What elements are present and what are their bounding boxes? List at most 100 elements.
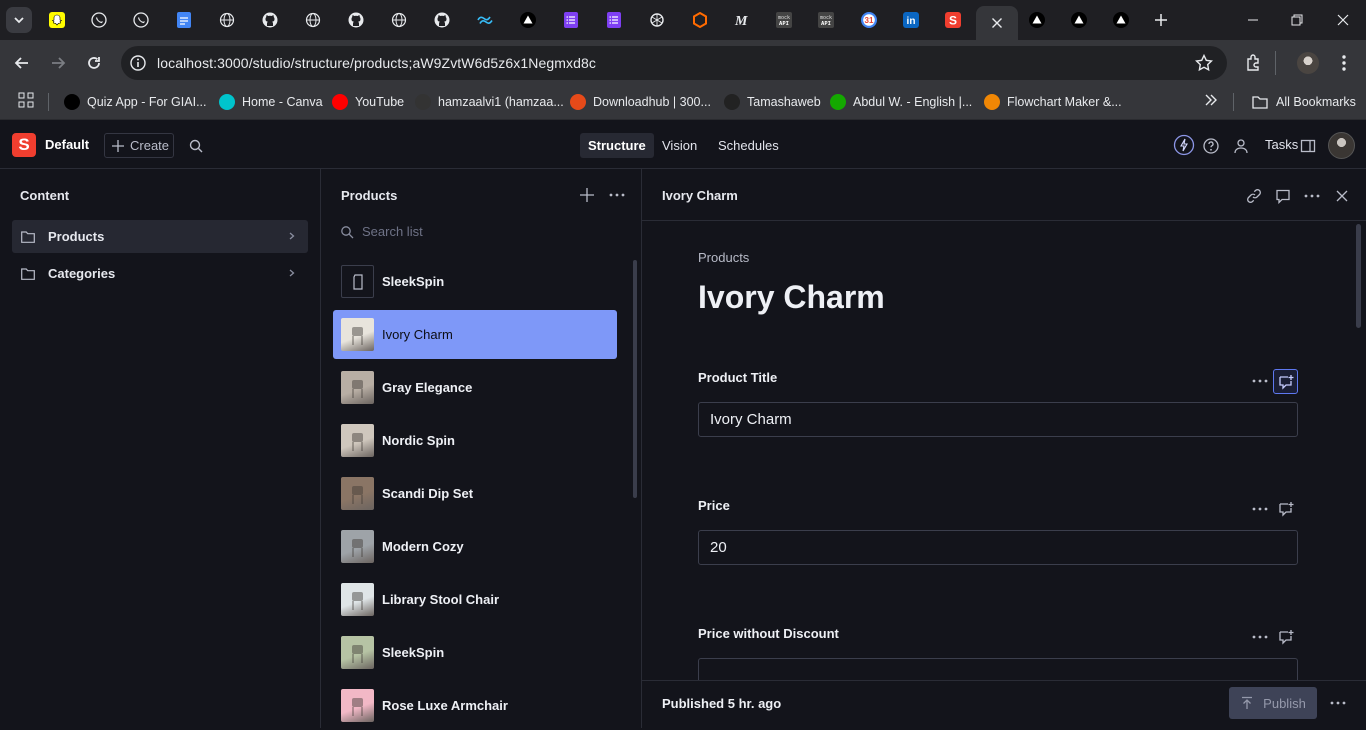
bookmark-item[interactable]: Quiz App - For GIAI... <box>64 91 206 113</box>
browser-tab[interactable]: S <box>932 0 974 40</box>
field-menu-icon[interactable] <box>1249 498 1271 520</box>
content-item-products[interactable]: Products <box>12 220 308 253</box>
browser-tab[interactable]: mock API <box>763 0 805 40</box>
product-list-item[interactable]: Rose Luxe Armchair <box>333 681 617 730</box>
browser-tab[interactable] <box>1016 0 1058 40</box>
bookmark-item[interactable]: Flowchart Maker &... <box>984 91 1122 113</box>
add-comment-icon[interactable] <box>1275 498 1297 520</box>
new-tab-button[interactable] <box>1140 0 1182 40</box>
product-list-item[interactable]: Gray Elegance <box>333 363 617 412</box>
field-menu-icon[interactable] <box>1249 626 1271 648</box>
all-bookmarks-folder[interactable]: All Bookmarks <box>1252 91 1356 113</box>
help-icon[interactable] <box>1201 136 1221 156</box>
close-icon[interactable] <box>991 17 1003 29</box>
more-bookmarks-icon[interactable] <box>1204 93 1218 107</box>
field-menu-icon[interactable] <box>1249 370 1271 392</box>
bookmark-item[interactable]: Downloadhub | 300... <box>570 91 711 113</box>
tasks-button[interactable]: Tasks <box>1265 137 1298 152</box>
price-input[interactable]: 20 <box>698 530 1298 565</box>
bookmark-item[interactable]: hamzaalvi1 (hamzaa... <box>415 91 564 113</box>
products-pane-menu-icon[interactable] <box>608 187 626 203</box>
close-pane-icon[interactable] <box>1334 188 1350 204</box>
browser-tab[interactable] <box>636 0 678 40</box>
browser-tab[interactable] <box>1058 0 1100 40</box>
back-button[interactable] <box>10 51 34 75</box>
browser-tab[interactable]: mock API <box>805 0 847 40</box>
browser-tab[interactable] <box>976 6 1018 40</box>
document-menu-icon[interactable] <box>1303 188 1321 204</box>
apps-grid-icon[interactable] <box>18 92 34 108</box>
comments-icon[interactable] <box>1275 188 1291 204</box>
browser-tab[interactable] <box>378 0 420 40</box>
browser-tab[interactable] <box>464 0 506 40</box>
forward-button[interactable] <box>46 51 70 75</box>
profile-avatar[interactable] <box>1297 52 1319 74</box>
nav-vision[interactable]: Vision <box>654 133 705 158</box>
browser-tab[interactable] <box>163 0 205 40</box>
sanity-logo[interactable]: S <box>12 133 36 157</box>
browser-tab[interactable] <box>36 0 78 40</box>
workspace-name[interactable]: Default <box>45 137 89 152</box>
add-comment-icon[interactable] <box>1273 369 1298 394</box>
add-comment-icon[interactable] <box>1275 626 1297 648</box>
price-without-discount-input[interactable] <box>698 658 1298 680</box>
browser-tab[interactable]: 31 <box>848 0 890 40</box>
bookmark-item[interactable]: Abdul W. - English |... <box>830 91 972 113</box>
nav-schedules[interactable]: Schedules <box>710 133 787 158</box>
product-list-item[interactable]: SleekSpin <box>333 628 617 677</box>
product-list-item[interactable]: Library Stool Chair <box>333 575 617 624</box>
bookmark-item[interactable]: Home - Canva <box>219 91 323 113</box>
create-button[interactable]: Create <box>104 133 174 158</box>
product-title-input[interactable]: Ivory Charm <box>698 402 1298 437</box>
browser-tab[interactable] <box>593 0 635 40</box>
document-scrollbar[interactable] <box>1356 224 1361 328</box>
browser-tab[interactable] <box>550 0 592 40</box>
browser-tab[interactable] <box>507 0 549 40</box>
lightning-icon[interactable] <box>1173 134 1195 156</box>
browser-tab[interactable] <box>206 0 248 40</box>
reload-button[interactable] <box>82 51 106 75</box>
browser-tab[interactable]: M <box>721 0 763 40</box>
linkedin-icon: in <box>903 12 919 28</box>
browser-tab[interactable] <box>78 0 120 40</box>
extensions-icon[interactable] <box>1245 54 1263 72</box>
product-search-input[interactable]: Search list <box>340 224 423 239</box>
tailwind-icon <box>477 15 493 25</box>
browser-tab[interactable]: in <box>890 0 932 40</box>
bookmark-item[interactable]: YouTube <box>332 91 404 113</box>
user-avatar[interactable] <box>1328 132 1355 159</box>
product-list-item[interactable]: Scandi Dip Set <box>333 469 617 518</box>
product-name: Scandi Dip Set <box>382 486 474 501</box>
browser-tab[interactable] <box>249 0 291 40</box>
footer-menu-icon[interactable] <box>1329 695 1347 711</box>
browser-tab[interactable] <box>679 0 721 40</box>
search-icon[interactable] <box>186 136 206 156</box>
minimize-button[interactable] <box>1230 0 1276 40</box>
nav-structure[interactable]: Structure <box>580 133 654 158</box>
users-icon[interactable] <box>1231 136 1251 156</box>
add-product-button[interactable] <box>579 187 595 203</box>
bookmark-item[interactable]: Tamashaweb <box>724 91 821 113</box>
close-window-button[interactable] <box>1320 0 1366 40</box>
product-list-item[interactable]: SleekSpin <box>333 257 617 306</box>
browser-tab[interactable] <box>421 0 463 40</box>
publish-button[interactable]: Publish <box>1229 687 1317 719</box>
site-info-icon[interactable] <box>129 54 147 72</box>
product-list-item[interactable]: Modern Cozy <box>333 522 617 571</box>
browser-tab[interactable] <box>1100 0 1142 40</box>
product-list-item[interactable]: Nordic Spin <box>333 416 617 465</box>
folder-icon <box>1252 96 1268 109</box>
restore-button[interactable] <box>1274 0 1320 40</box>
browser-tab[interactable] <box>292 0 334 40</box>
products-scrollbar[interactable] <box>633 260 637 498</box>
product-list-item[interactable]: Ivory Charm <box>333 310 617 359</box>
browser-tab[interactable] <box>120 0 162 40</box>
panel-toggle-icon[interactable] <box>1298 136 1318 156</box>
product-name: SleekSpin <box>382 645 445 660</box>
tab-search-button[interactable] <box>6 7 32 33</box>
bookmark-star-icon[interactable] <box>1195 54 1213 72</box>
browser-tab[interactable] <box>335 0 377 40</box>
link-icon[interactable] <box>1246 188 1262 204</box>
browser-menu-icon[interactable] <box>1336 54 1352 72</box>
content-item-categories[interactable]: Categories <box>12 257 308 290</box>
